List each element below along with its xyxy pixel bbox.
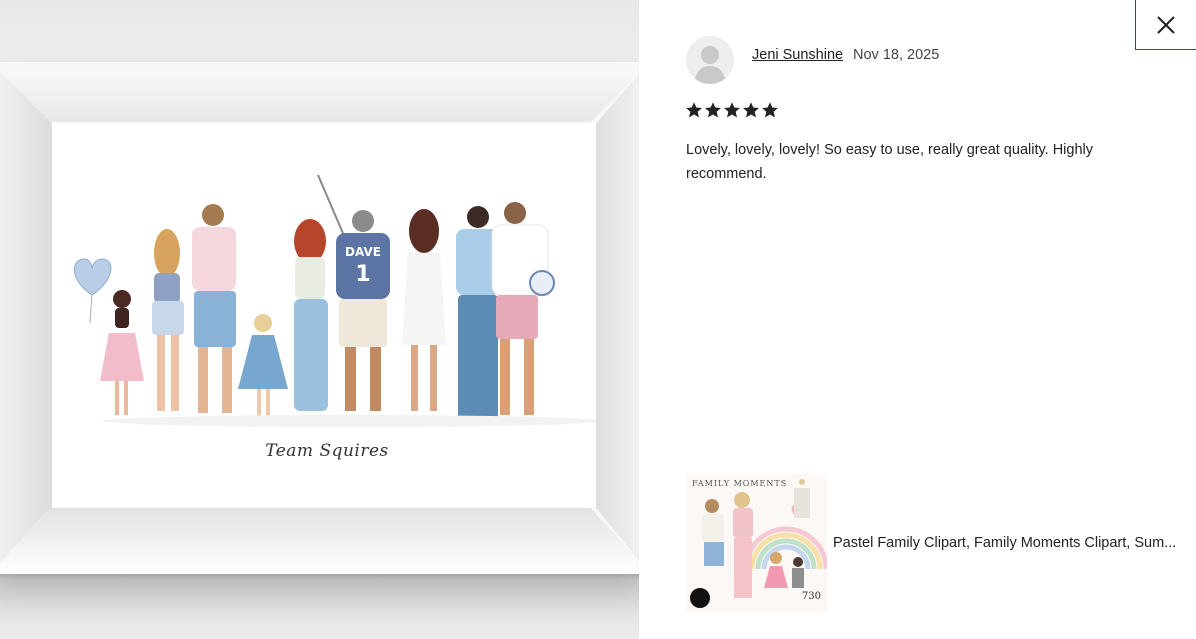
user-avatar-icon bbox=[686, 36, 734, 84]
reviewer-avatar bbox=[686, 36, 734, 84]
wall-background bbox=[0, 0, 639, 70]
product-title[interactable]: Pastel Family Clipart, Family Moments Cl… bbox=[833, 535, 1188, 551]
reviewer-name-link[interactable]: Jeni Sunshine bbox=[752, 47, 843, 63]
thumb-count: 730 bbox=[801, 591, 821, 602]
review-text: Lovely, lovely, lovely! So easy to use, … bbox=[686, 142, 1093, 182]
star-icon bbox=[724, 102, 740, 118]
star-icon bbox=[705, 102, 721, 118]
shelf-shadow bbox=[0, 574, 639, 639]
review-date: Nov 18, 2025 bbox=[853, 47, 940, 63]
star-icon bbox=[743, 102, 759, 118]
reviewed-product-link[interactable]: FAMILY MOMENTS 730 Pastel Family Clipart… bbox=[686, 474, 1188, 612]
family-print: DAVE 1 Team Squires bbox=[52, 123, 596, 507]
product-thumbnail[interactable]: FAMILY MOMENTS 730 bbox=[686, 474, 827, 612]
close-button[interactable] bbox=[1135, 0, 1196, 50]
jersey-number: 1 bbox=[355, 262, 370, 287]
jersey-name: DAVE bbox=[345, 245, 381, 259]
review-photo: DAVE 1 Team Squires bbox=[0, 0, 639, 639]
close-icon bbox=[1157, 15, 1175, 34]
star-rating bbox=[685, 101, 779, 119]
star-icon bbox=[762, 102, 778, 118]
print-signature: Team Squires bbox=[265, 441, 389, 461]
star-icon bbox=[686, 102, 702, 118]
review-panel: Jeni Sunshine Nov 18, 2025 Lovely, lovel… bbox=[639, 0, 1196, 639]
